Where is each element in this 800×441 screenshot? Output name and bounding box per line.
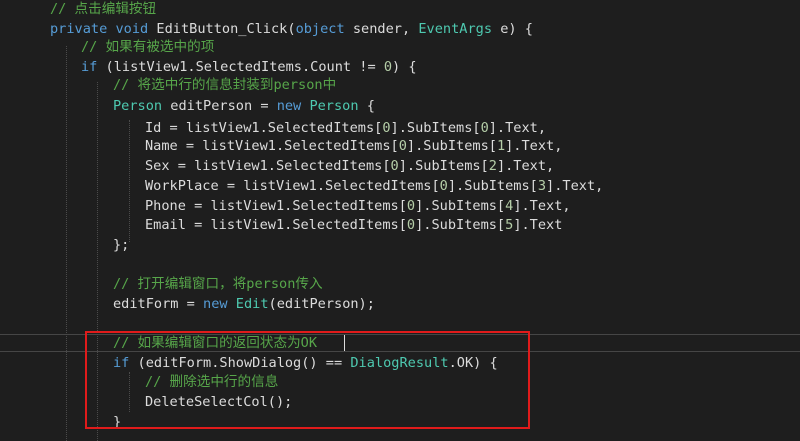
- code-line[interactable]: // 点击编辑按钮: [50, 0, 156, 18]
- code-editor[interactable]: // 点击编辑按钮 private void EditButton_Click(…: [0, 0, 800, 441]
- code-token: 0: [383, 59, 393, 75]
- code-token: (editPerson);: [268, 296, 375, 312]
- code-token: Name = listView1.SelectedItems[: [145, 138, 399, 154]
- code-token: ].Text,: [505, 138, 563, 154]
- code-token: 1: [496, 138, 506, 154]
- code-token: Email = listView1.SelectedItems[: [145, 217, 407, 233]
- code-line[interactable]: Id = listView1.SelectedItems[0].SubItems…: [145, 119, 546, 137]
- code-token: Person: [309, 98, 359, 114]
- code-token: 0: [480, 120, 489, 136]
- code-token: ].SubItems[: [447, 178, 538, 194]
- code-token: {: [358, 98, 375, 114]
- code-token: WorkPlace = listView1.SelectedItems[: [145, 178, 440, 194]
- code-line[interactable]: WorkPlace = listView1.SelectedItems[0].S…: [145, 177, 603, 195]
- code-line[interactable]: // 如果有被选中的项: [81, 38, 214, 56]
- code-token: 0: [406, 198, 416, 214]
- code-line[interactable]: editForm = new Edit(editPerson);: [113, 295, 375, 313]
- code-line[interactable]: if (listView1.SelectedItems.Count != 0) …: [81, 58, 417, 76]
- code-token: ].SubItems[: [398, 158, 489, 174]
- indent-guide: [129, 120, 130, 242]
- code-line[interactable]: };: [113, 236, 129, 254]
- code-token: ].Text,: [546, 178, 604, 194]
- code-line[interactable]: Email = listView1.SelectedItems[0].SubIt…: [145, 216, 562, 234]
- code-token: new: [203, 296, 228, 312]
- code-token: // 点击编辑按钮: [50, 1, 157, 17]
- code-token: editPerson =: [162, 98, 277, 114]
- code-line[interactable]: Sex = listView1.SelectedItems[0].SubItem…: [145, 157, 554, 175]
- code-token: Person: [113, 98, 163, 114]
- code-token: 0: [390, 158, 399, 174]
- code-token: // 如果有被选中的项: [81, 39, 215, 55]
- code-token: 0: [439, 178, 448, 194]
- code-line[interactable]: Person editPerson = new Person {: [113, 97, 375, 115]
- code-token: // 将选中行的信息封装到person中: [113, 77, 337, 93]
- code-token: (listView1.SelectedItems.Count !=: [97, 59, 384, 75]
- code-line[interactable]: Phone = listView1.SelectedItems[0].SubIt…: [145, 197, 571, 215]
- code-token: Sex = listView1.SelectedItems[: [145, 158, 391, 174]
- code-line[interactable]: private void EditButton_Click(object sen…: [50, 20, 533, 38]
- code-token: 0: [382, 120, 391, 136]
- code-token: ].Text: [513, 217, 563, 233]
- code-token: 2: [488, 158, 497, 174]
- code-token: e) {: [492, 21, 533, 37]
- code-token: 3: [537, 178, 547, 194]
- code-token: 0: [398, 138, 407, 154]
- code-token: ].SubItems[: [390, 120, 481, 136]
- code-token: new: [276, 98, 302, 114]
- code-token: Edit: [235, 296, 269, 312]
- code-token: ].Text,: [488, 120, 547, 136]
- code-token: // 打开编辑窗口，将person传入: [113, 276, 323, 292]
- code-token: Id = listView1.SelectedItems[: [145, 120, 383, 136]
- code-token: ) {: [392, 59, 417, 75]
- code-token: private: [50, 21, 108, 37]
- indent-guide: [66, 46, 67, 441]
- code-token: ].Text,: [513, 198, 571, 214]
- code-token: EditButton_Click(: [148, 21, 296, 37]
- code-token: sender,: [344, 21, 419, 37]
- code-token: };: [113, 237, 130, 253]
- code-token: void: [115, 21, 149, 37]
- highlight-annotation-box: [85, 331, 530, 429]
- code-token: Phone = listView1.SelectedItems[: [145, 198, 407, 214]
- code-token: ].SubItems[: [406, 138, 497, 154]
- code-token: ].SubItems[: [415, 198, 506, 214]
- code-line[interactable]: // 将选中行的信息封装到person中: [113, 76, 336, 94]
- code-token: ].SubItems[: [415, 217, 506, 233]
- code-line[interactable]: Name = listView1.SelectedItems[0].SubIte…: [145, 137, 562, 155]
- code-token: editForm =: [113, 296, 204, 312]
- code-token: EventArgs: [418, 21, 493, 37]
- code-token: ].Text,: [496, 158, 555, 174]
- code-token: if: [81, 59, 98, 75]
- code-token: 0: [406, 217, 416, 233]
- code-token: object: [295, 21, 345, 37]
- code-line[interactable]: // 打开编辑窗口，将person传入: [113, 275, 323, 293]
